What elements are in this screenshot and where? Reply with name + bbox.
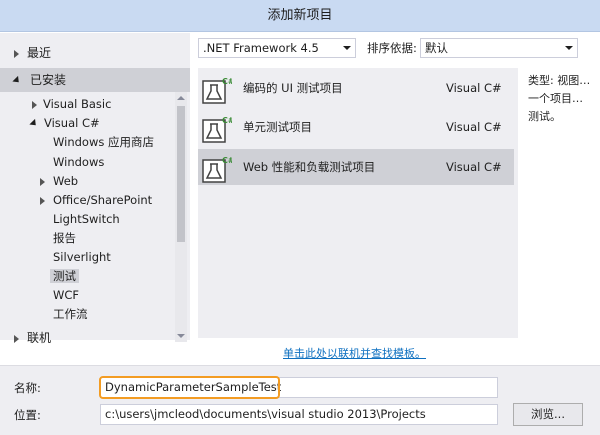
sort-select-value: 默认: [425, 41, 448, 55]
tree-item-installed-label: 已安装: [30, 73, 67, 87]
expand-icon[interactable]: [14, 334, 19, 343]
template-description: 类型: 视图… 一个项目… 测试。: [528, 72, 600, 126]
arrow-down-icon: [177, 334, 185, 338]
tree-item-visual-csharp-label: Visual C#: [44, 116, 100, 130]
test-project-icon: C#: [202, 116, 232, 143]
tree-item-online-label: 联机: [27, 331, 52, 345]
tree-item-silverlight[interactable]: Silverlight: [53, 248, 111, 267]
template-language: Visual C#: [446, 160, 502, 174]
tree-item-label: Windows 应用商店: [53, 135, 154, 149]
framework-select[interactable]: .NET Framework 4.5: [198, 38, 356, 58]
description-type: 类型: 视图…: [528, 74, 591, 87]
scroll-thumb[interactable]: [177, 106, 185, 242]
collapse-icon[interactable]: [29, 118, 39, 129]
template-name: Web 性能和负载测试项目: [243, 160, 376, 174]
tree-item-visual-basic-label: Visual Basic: [43, 97, 112, 111]
chevron-down-icon: [343, 46, 351, 50]
expand-icon[interactable]: [40, 177, 45, 186]
scroll-down-button[interactable]: [175, 330, 187, 342]
tree-item-test[interactable]: 测试: [50, 267, 79, 286]
tree-item-label: 工作流: [53, 307, 88, 321]
tree-item-web[interactable]: Web: [40, 172, 78, 191]
template-category-tree: 最近 已安装 Visual Basic Visual C# Windows 应用…: [0, 33, 190, 345]
template-language: Visual C#: [446, 120, 502, 134]
sort-label: 排序依据:: [367, 41, 417, 55]
tree-item-windows-store[interactable]: Windows 应用商店: [53, 133, 154, 152]
tree-item-label: WCF: [53, 288, 80, 302]
template-item-web-performance-test[interactable]: C# Web 性能和负载测试项目 Visual C#: [198, 149, 514, 185]
template-item-unit-test[interactable]: C# 单元测试项目 Visual C#: [198, 109, 514, 145]
expand-icon[interactable]: [32, 100, 37, 109]
tree-item-label: Web: [53, 174, 79, 188]
tree-item-recent[interactable]: 最近: [0, 41, 190, 65]
tree-item-label: Windows: [53, 155, 105, 169]
tree-item-reporting[interactable]: 报告: [53, 229, 76, 248]
tree-item-visual-csharp[interactable]: Visual C#: [29, 114, 100, 133]
tree-item-recent-label: 最近: [27, 46, 52, 60]
expand-icon[interactable]: [14, 49, 19, 58]
tree-item-label-selected: 测试: [50, 269, 79, 283]
template-language: Visual C#: [446, 81, 502, 95]
location-input[interactable]: c:\users\jmcleod\documents\visual studio…: [100, 404, 498, 425]
tree-item-workflow[interactable]: 工作流: [53, 305, 88, 324]
template-list: C# 编码的 UI 测试项目 Visual C# C# 单元测试项目 Visua…: [198, 68, 518, 338]
template-name: 单元测试项目: [243, 120, 312, 134]
sort-select[interactable]: 默认: [420, 38, 578, 58]
svg-text:C#: C#: [222, 116, 232, 125]
template-name: 编码的 UI 测试项目: [243, 81, 343, 95]
tree-item-office-sharepoint[interactable]: Office/SharePoint: [40, 191, 152, 210]
name-highlight-outline: [99, 376, 280, 399]
tree-item-installed[interactable]: 已安装: [0, 68, 190, 92]
browse-button[interactable]: 浏览...: [513, 403, 583, 426]
tree-item-label: Office/SharePoint: [53, 193, 153, 207]
location-label: 位置:: [14, 408, 41, 422]
tree-item-label: LightSwitch: [53, 212, 120, 226]
description-text: 一个项目…: [528, 92, 583, 105]
window-title: 添加新项目: [267, 8, 333, 23]
svg-text:C#: C#: [222, 77, 232, 86]
expand-icon[interactable]: [40, 196, 45, 205]
test-project-icon: C#: [202, 77, 232, 104]
test-project-icon: C#: [202, 156, 232, 183]
svg-text:C#: C#: [222, 156, 232, 165]
tree-item-online[interactable]: 联机: [0, 326, 190, 350]
tree-item-label: 报告: [53, 231, 76, 245]
find-templates-online-link[interactable]: 单击此处以联机并查找模板。: [283, 345, 426, 361]
framework-select-value: .NET Framework 4.5: [203, 41, 319, 55]
tree-item-windows[interactable]: Windows: [53, 153, 104, 172]
tree-item-wcf[interactable]: WCF: [53, 286, 79, 305]
chevron-down-icon: [565, 46, 573, 50]
arrow-up-icon: [177, 96, 185, 100]
description-text-2: 测试。: [528, 110, 561, 123]
collapse-icon[interactable]: [12, 75, 22, 86]
tree-item-lightswitch[interactable]: LightSwitch: [53, 210, 120, 229]
template-item-coded-ui-test[interactable]: C# 编码的 UI 测试项目 Visual C#: [198, 70, 514, 106]
name-label: 名称:: [14, 381, 41, 395]
tree-item-visual-basic[interactable]: Visual Basic: [32, 95, 111, 114]
tree-item-label: Silverlight: [53, 250, 111, 264]
scroll-up-button[interactable]: [175, 92, 187, 104]
